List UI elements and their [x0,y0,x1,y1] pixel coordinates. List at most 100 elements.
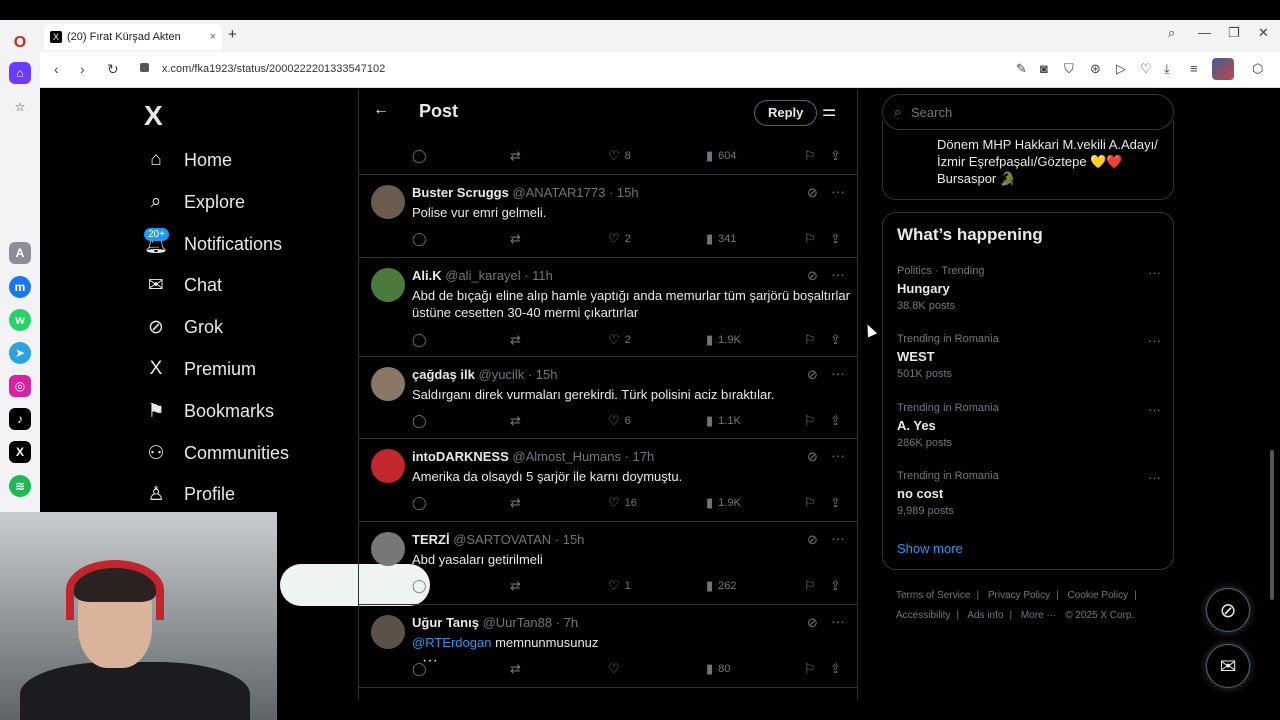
views-button[interactable]: ▮ 80 [706,661,730,677]
reply-icon[interactable]: ◯ [412,332,432,348]
more-icon[interactable]: ··· [831,447,845,463]
like-button[interactable]: ♡ 2 [608,332,631,348]
share-icon[interactable]: ⇪ [830,148,846,164]
x-logo-icon[interactable]: X [144,100,163,132]
tab-close-icon[interactable]: × [210,31,216,43]
back-icon[interactable]: ‹ [54,61,59,77]
views-button[interactable]: ▮ 1.1K [706,413,741,429]
reply-author[interactable]: Buster Scruggs @ANATAR1773 · 15h [412,185,639,200]
like-button[interactable]: ♡ 6 [608,413,631,429]
grok-icon[interactable]: ⊘ [807,532,818,548]
nav-notifications[interactable]: 🔔︎ 20+ Notifications [144,224,282,264]
footer-link[interactable]: Privacy Policy [988,590,1050,601]
more-icon[interactable]: ··· [1148,333,1161,348]
more-icon[interactable]: ··· [831,365,845,381]
aria-icon[interactable]: A [9,242,31,264]
avatar[interactable] [371,532,405,566]
retweet-icon[interactable]: ⇄ [510,231,526,247]
reply-button[interactable]: Reply [754,100,818,126]
tiktok-icon[interactable]: ♪ [9,408,31,430]
list-item[interactable]: çağdaş ilk @yucilk · 15h ⊘ ··· Saldırgan… [359,357,857,439]
bookmark-icon[interactable]: ⚐ [804,578,821,594]
grok-icon[interactable]: ⊘ [807,367,818,383]
more-icon[interactable]: ··· [831,266,845,282]
whatsapp-icon[interactable]: w [9,309,31,331]
messenger-icon[interactable]: m [9,276,31,298]
reply-icon[interactable]: ◯ [412,495,432,511]
nav-explore[interactable]: ⌕ Explore [144,182,245,222]
more-icon[interactable]: ··· [1148,470,1161,485]
table-row[interactable]: ◯ ⇄ ♡ 8 ▮ 604 ⚐ ⇪ [359,134,857,175]
back-arrow-icon[interactable]: ← [373,101,389,119]
nav-premium[interactable]: X Premium [144,349,256,389]
footer-link[interactable]: Ads info [967,610,1003,621]
browser-tab[interactable]: X (20) Fırat Kürşad Akten × [44,24,222,50]
bookmark-icon[interactable]: ⚐ [804,495,821,511]
avatar[interactable] [371,449,405,483]
list-item[interactable]: intoDARKNESS @Almost_Humans · 17h ⊘ ··· … [359,439,857,522]
grok-icon[interactable]: ⊘ [807,268,818,284]
opera-logo-icon[interactable]: O [9,32,31,54]
trend-item[interactable]: Politics · Trending Hungary 38.8K posts … [897,265,1161,319]
reply-icon[interactable]: ◯ [412,231,432,247]
bookmark-icon[interactable]: ⚐ [804,661,821,677]
nav-communities[interactable]: ⚇ Communities [144,433,289,473]
bookmark-icon[interactable]: ⚐ [804,332,821,348]
like-button[interactable]: ♡ 1 [608,578,631,594]
views-button[interactable]: ▮ 1.9K [706,332,741,348]
reply-icon[interactable]: ◯ [412,413,432,429]
views-button[interactable]: ▮ 262 [706,578,737,594]
nav-grok[interactable]: ⊘ Grok [144,307,223,347]
bookmark-icon[interactable]: ⚐ [804,148,821,164]
more-icon[interactable]: ··· [831,183,845,199]
avatar[interactable] [371,615,405,649]
share-icon[interactable]: ⇪ [830,413,846,429]
share-icon[interactable]: ⇪ [830,495,846,511]
list-item[interactable]: Buster Scruggs @ANATAR1773 · 15h ⊘ ··· P… [359,175,857,258]
share-icon[interactable]: ⇪ [830,661,846,677]
bookmark-icon[interactable]: ⚐ [804,413,821,429]
mention-link[interactable]: @RTErdogan [412,635,491,650]
retweet-icon[interactable]: ⇄ [510,661,526,677]
reply-icon[interactable]: ◯ [412,148,432,164]
avatar[interactable] [371,268,405,302]
like-button[interactable]: ♡ [608,661,625,677]
search-input[interactable]: ⌕ Search [882,94,1174,130]
reply-author[interactable]: Ali.K @ali_karayel · 11h [412,268,553,283]
avatar[interactable] [371,367,405,401]
share-icon[interactable]: ⇪ [830,578,846,594]
restore-icon[interactable]: ❐ [1228,25,1240,41]
new-tab-button[interactable]: + [228,26,237,43]
messages-fab-icon[interactable]: ✉ [1206,644,1250,688]
retweet-icon[interactable]: ⇄ [510,495,526,511]
close-window-icon[interactable]: ✕ [1258,25,1269,41]
grok-icon[interactable]: ⊘ [807,615,818,631]
reply-author[interactable]: çağdaş ilk @yucilk · 15h [412,367,557,382]
more-icon[interactable]: ··· [1148,402,1161,417]
list-item[interactable]: Uğur Tanış @UurTan88 · 7h ⊘ ··· @RTErdog… [359,605,857,688]
footer-link[interactable]: Accessibility [896,610,950,621]
trend-item[interactable]: Trending in Romania A. Yes 286K posts ··… [897,402,1161,456]
list-item[interactable]: TERZİ @SARTOVATAN · 15h ⊘ ··· Abd yasala… [359,522,857,605]
play-icon[interactable]: ▷ [1116,61,1126,77]
retweet-icon[interactable]: ⇄ [510,413,526,429]
like-button[interactable]: ♡ 2 [608,231,631,247]
heart-icon[interactable]: ♡ [1140,61,1152,77]
views-button[interactable]: ▮ 341 [706,231,737,247]
more-icon[interactable]: ··· [831,613,845,629]
views-button[interactable]: ▮ 1.9K [706,495,741,511]
grok-fab-icon[interactable]: ⊘ [1206,588,1250,632]
more-icon[interactable]: ··· [831,530,845,546]
reply-icon[interactable]: ◯ [412,661,432,677]
vpn-icon[interactable]: ⊛ [1090,61,1101,77]
x-app-icon[interactable]: X [9,441,31,463]
filter-icon[interactable]: ⚌ [822,101,836,121]
nav-bookmarks[interactable]: ⚑ Bookmarks [144,391,274,431]
grok-icon[interactable]: ⊘ [807,185,818,201]
menu-icon[interactable]: ≡ [1190,61,1198,76]
spotify-icon[interactable]: ≋ [9,475,31,497]
reply-author[interactable]: intoDARKNESS @Almost_Humans · 17h [412,449,654,464]
forward-icon[interactable]: › [80,61,85,77]
telegram-icon[interactable]: ➤ [9,342,31,364]
minimize-icon[interactable]: — [1198,25,1211,40]
